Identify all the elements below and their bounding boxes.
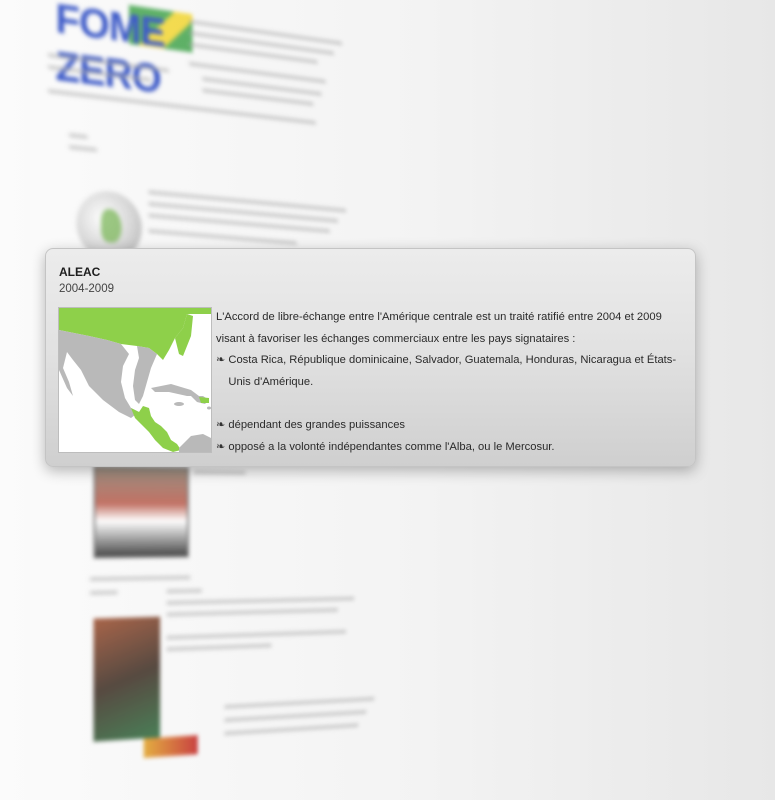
text-line (166, 608, 339, 617)
text-line (193, 470, 246, 475)
card-intro: L'Accord de libre-échange entre l'Amériq… (216, 311, 662, 345)
text-line (224, 710, 367, 723)
bullet-text: dépendant des grandes puissances (228, 418, 406, 431)
bullet-item: ❧ opposé a la volonté indépendantes comm… (216, 437, 686, 459)
card-title: ALEAC (59, 265, 101, 279)
bullet-text: opposé a la volonté indépendantes comme … (228, 440, 555, 453)
text-line (166, 596, 355, 605)
text-line (68, 133, 88, 140)
group-photo (93, 465, 189, 559)
bullet-text: Costa Rica, République dominicaine, Salv… (228, 354, 677, 388)
aleac-info-card[interactable]: ALEAC 2004-2009 L'Accord de libre-échang… (45, 248, 696, 467)
text-line (148, 228, 297, 246)
central-america-map-icon (59, 308, 211, 452)
bullet-item: ❧ dépendant des grandes puissances (216, 415, 686, 437)
flag-image (143, 735, 198, 758)
text-line (89, 575, 191, 582)
text-line (224, 723, 359, 736)
card-years: 2004-2009 (59, 283, 114, 295)
text-line (166, 629, 347, 640)
fleuron-bullet-icon: ❧ (216, 418, 226, 431)
fleuron-bullet-icon: ❧ (216, 440, 226, 453)
fleuron-bullet-icon: ❧ (216, 354, 226, 367)
text-line (166, 643, 272, 652)
portrait-photo (93, 616, 161, 742)
central-america-map-image (58, 307, 212, 453)
text-line (224, 696, 375, 709)
bullet-item: ❧ Costa Rica, République dominicaine, Sa… (216, 350, 686, 393)
text-line (166, 588, 203, 594)
text-line (89, 590, 118, 595)
logo-text: FOME ZERO (55, 0, 165, 101)
card-description: L'Accord de libre-échange entre l'Amériq… (216, 307, 686, 458)
text-line (68, 145, 98, 152)
text-line (148, 190, 347, 213)
